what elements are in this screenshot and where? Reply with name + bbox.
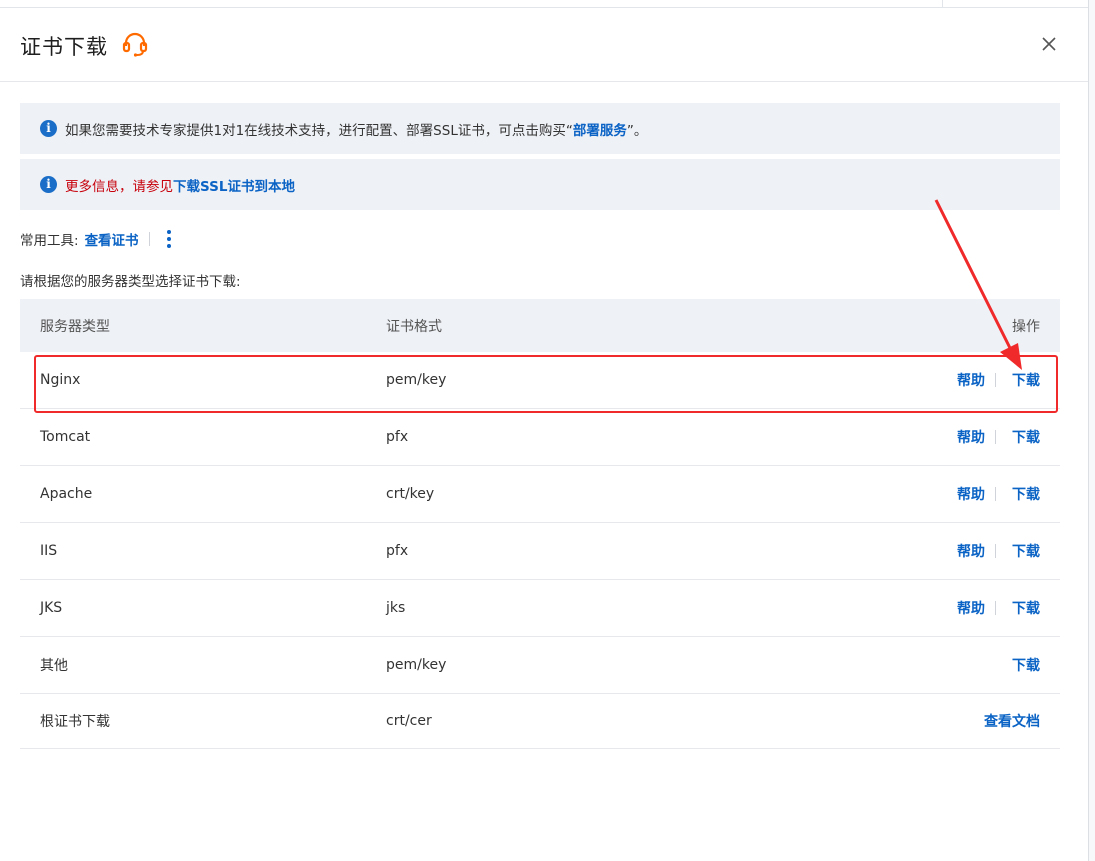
top-strip [0,0,1088,8]
table-row: 其他 pem/key 下载 [20,637,1060,694]
format-cell: pfx [386,429,409,445]
download-link-jks[interactable]: 下载 [1012,598,1040,618]
drawer-header: 证书下载 [0,9,1088,82]
notice-suffix: ”。 [626,122,648,139]
help-link[interactable]: 帮助 [957,370,985,390]
tools-label: 常用工具: [20,233,79,249]
actions-cell: 帮助 下载 [957,523,1040,579]
download-ssl-doc-link[interactable]: 下载SSL证书到本地 [173,179,295,195]
info-icon: i [40,176,57,193]
server-type-cell: IIS [40,543,58,559]
server-type-cell: 根证书下载 [40,714,110,730]
download-link-iis[interactable]: 下载 [1012,541,1040,561]
column-header-format: 证书格式 [386,318,442,335]
notice-deploy-service: i 如果您需要技术专家提供1对1在线技术支持，进行配置、部署SSL证书，可点击购… [20,103,1060,154]
actions-cell: 帮助 下载 [957,466,1040,522]
table-row: JKS jks 帮助 下载 [20,580,1060,637]
server-type-cell: Nginx [40,372,81,388]
table-header: 服务器类型 证书格式 操作 [20,299,1060,352]
server-type-cell: 其他 [40,658,68,674]
format-cell: pem/key [386,657,447,673]
instruction-text: 请根据您的服务器类型选择证书下载: [20,274,241,290]
help-link[interactable]: 帮助 [957,427,985,447]
format-cell: crt/cer [386,713,432,729]
notice-text: 如果您需要技术专家提供1对1在线技术支持，进行配置、部署SSL证书，可点击购买“ [65,122,573,139]
info-icon: i [40,120,57,137]
download-link-apache[interactable]: 下载 [1012,484,1040,504]
table-row: IIS pfx 帮助 下载 [20,523,1060,580]
common-tools: 常用工具: 查看证书 [20,226,174,252]
actions-cell: 查看文档 [984,694,1040,748]
download-link-other[interactable]: 下载 [1012,655,1040,675]
notice-text: 更多信息，请参见 [65,178,173,195]
more-vertical-icon[interactable] [164,227,174,251]
table-row: Tomcat pfx 帮助 下载 [20,409,1060,466]
column-header-actions: 操作 [1012,318,1040,335]
format-cell: jks [386,600,406,616]
table-row: 根证书下载 crt/cer 查看文档 [20,694,1060,749]
server-type-cell: Apache [40,486,93,502]
deploy-service-link[interactable]: 部署服务 [573,123,627,139]
close-icon[interactable] [1038,33,1060,55]
view-certificate-link[interactable]: 查看证书 [85,229,139,249]
view-docs-link[interactable]: 查看文档 [984,711,1040,731]
background-strip [1089,0,1095,861]
column-header-server-type: 服务器类型 [40,318,110,335]
page-title: 证书下载 [20,35,108,59]
help-link[interactable]: 帮助 [957,541,985,561]
divider [148,232,150,246]
notice-more-info: i 更多信息，请参见下载SSL证书到本地 [20,159,1060,210]
table-row: Apache crt/key 帮助 下载 [20,466,1060,523]
format-cell: crt/key [386,486,435,502]
headset-icon[interactable] [121,31,149,57]
help-link[interactable]: 帮助 [957,598,985,618]
ssl-download-drawer: 证书下载 i 如果您需要技术专家提供1对1在线技术支持，进行配置、部署SSL证书… [0,0,1095,861]
actions-cell: 帮助 下载 [957,409,1040,465]
certificate-download-table: 服务器类型 证书格式 操作 Nginx pem/key 帮助 下载 Tomcat… [20,299,1060,749]
download-link-tomcat[interactable]: 下载 [1012,427,1040,447]
format-cell: pfx [386,543,409,559]
actions-cell: 帮助 下载 [957,352,1040,408]
help-link[interactable]: 帮助 [957,484,985,504]
table-row: Nginx pem/key 帮助 下载 [20,352,1060,409]
server-type-cell: Tomcat [40,429,91,445]
actions-cell: 下载 [1012,637,1040,693]
download-link-nginx[interactable]: 下载 [1012,370,1040,390]
format-cell: pem/key [386,372,447,388]
actions-cell: 帮助 下载 [957,580,1040,636]
server-type-cell: JKS [40,600,63,616]
